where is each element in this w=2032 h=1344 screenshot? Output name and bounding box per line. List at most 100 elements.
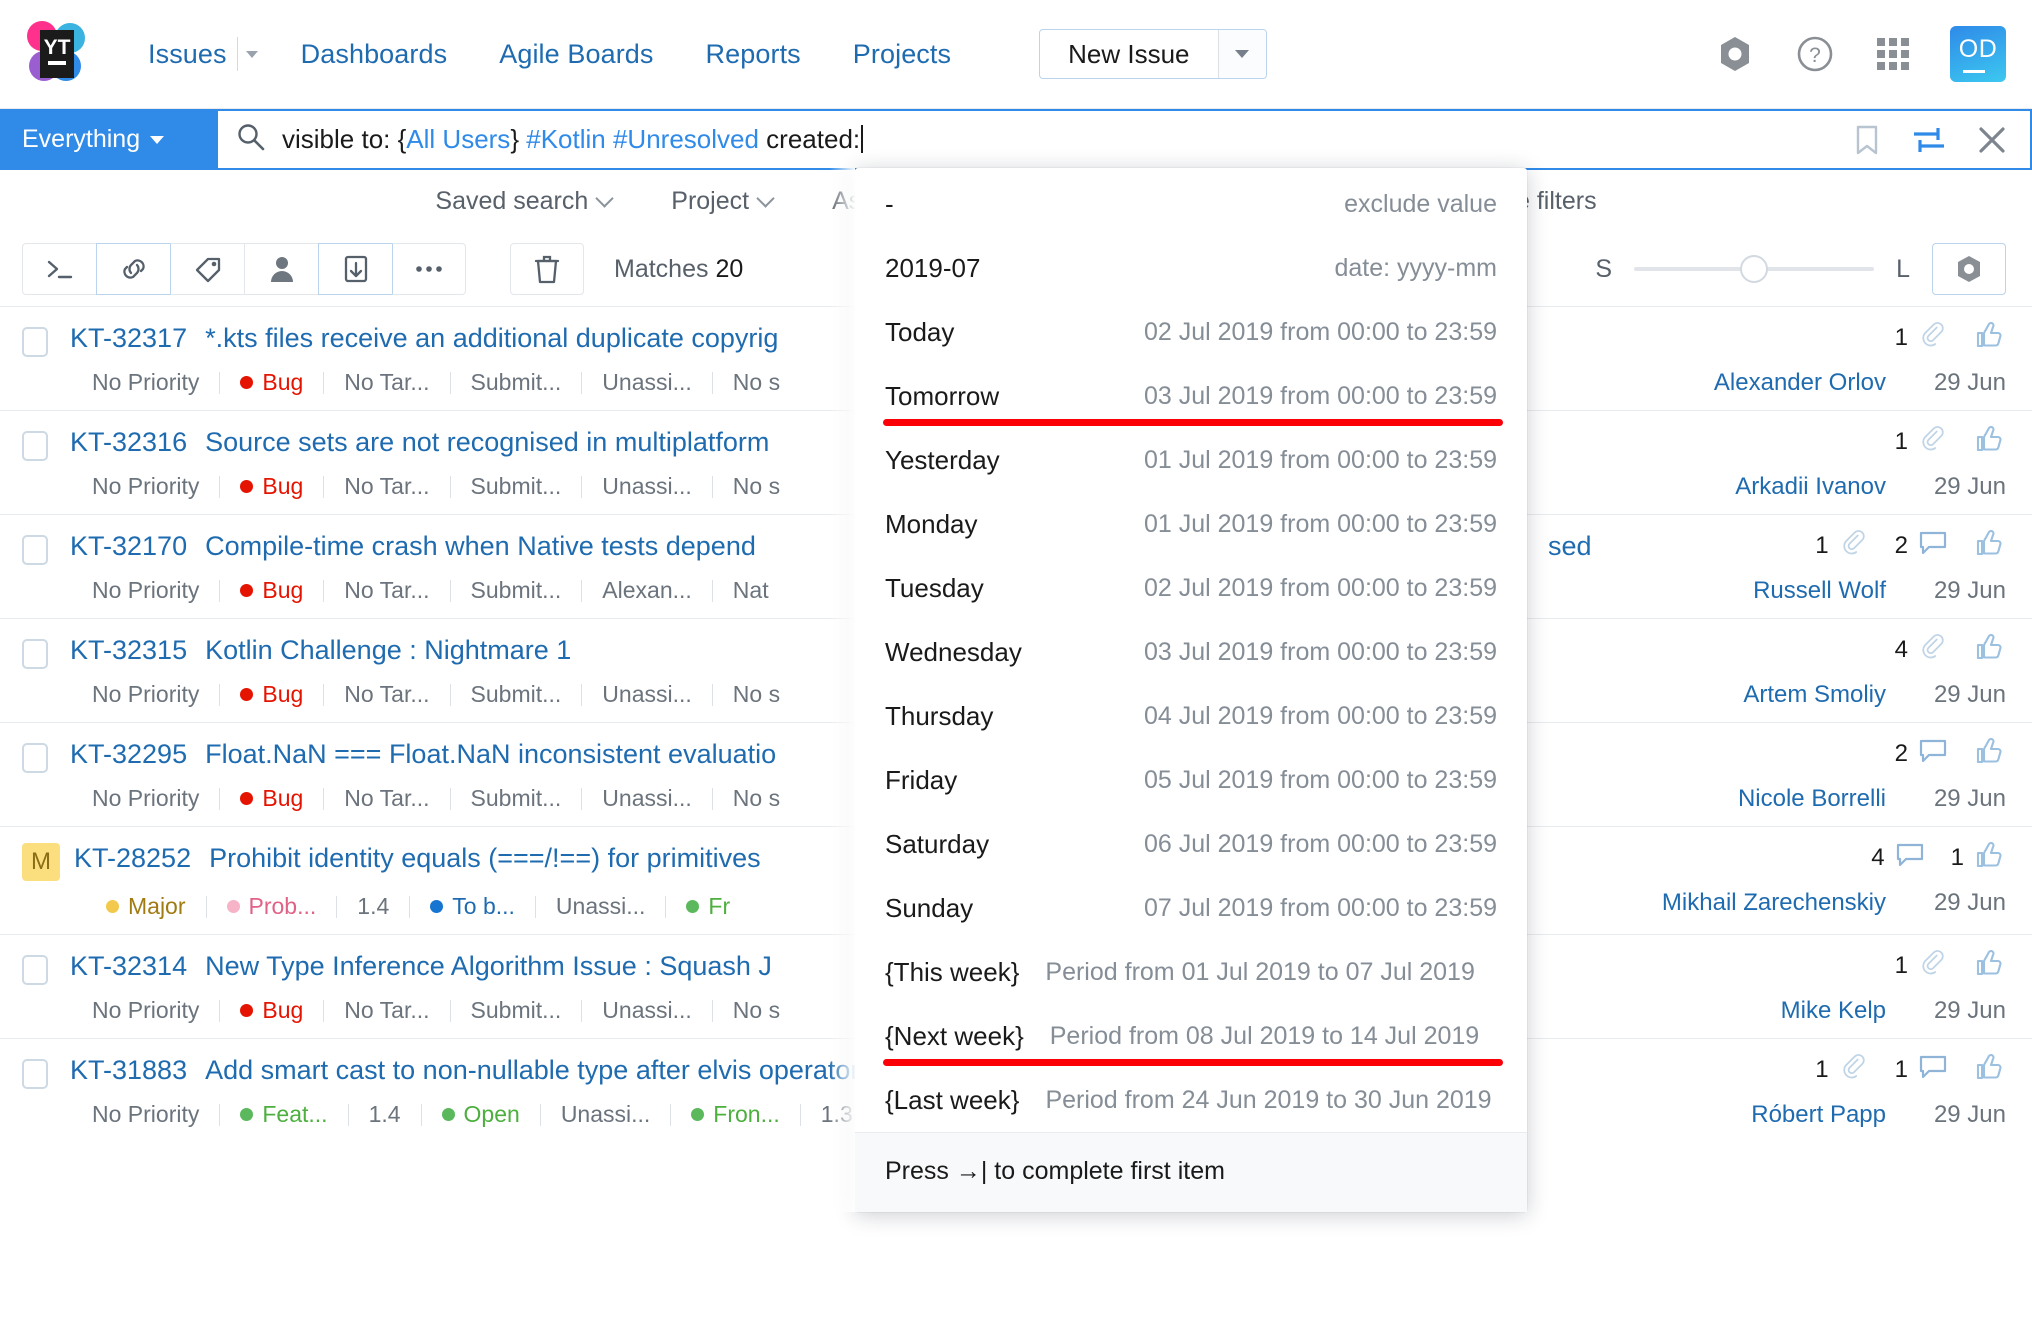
user-icon[interactable] — [244, 243, 318, 295]
new-issue-dropdown-button[interactable] — [1217, 30, 1266, 78]
issue-field[interactable]: Bug — [220, 785, 323, 812]
row-checkbox[interactable] — [22, 1059, 48, 1089]
issue-field[interactable]: Bug — [220, 681, 323, 708]
more-icon[interactable] — [392, 243, 466, 295]
vote-count[interactable] — [1974, 320, 2006, 357]
move-to-icon[interactable] — [318, 243, 392, 295]
filter-project[interactable]: Project — [641, 187, 802, 216]
nav-item-dashboards[interactable]: Dashboards — [275, 39, 474, 70]
reporter-link[interactable]: Mike Kelp — [1781, 997, 1886, 1025]
reporter-link[interactable]: Arkadii Ivanov — [1735, 473, 1886, 501]
issue-title-link[interactable]: Prohibit identity equals (===/!==) for p… — [209, 843, 761, 874]
issue-field[interactable]: Unassi... — [582, 681, 711, 708]
thumbs-up-icon[interactable] — [1974, 320, 2006, 357]
row-checkbox[interactable] — [22, 743, 48, 773]
issue-field[interactable]: Bug — [220, 997, 323, 1024]
issue-title-overflow[interactable]: sed — [1548, 531, 1592, 562]
suggestion-item[interactable]: {Next week} Period from 08 Jul 2019 to 14… — [855, 1004, 1527, 1068]
suggestion-item[interactable]: Tuesday 02 Jul 2019 from 00:00 to 23:59 — [855, 556, 1527, 620]
close-icon[interactable] — [1976, 124, 2008, 156]
suggestion-item[interactable]: Wednesday 03 Jul 2019 from 00:00 to 23:59 — [855, 620, 1527, 684]
suggestion-item[interactable]: {This week} Period from 01 Jul 2019 to 07… — [855, 940, 1527, 1004]
suggestion-item[interactable]: Yesterday 01 Jul 2019 from 00:00 to 23:59 — [855, 428, 1527, 492]
issue-field[interactable]: No Tar... — [324, 997, 449, 1024]
issue-field[interactable]: Alexan... — [582, 577, 712, 604]
vote-count[interactable] — [1974, 1052, 2006, 1089]
issue-field[interactable]: No Priority — [92, 1101, 219, 1128]
issue-id-link[interactable]: KT-32315 — [70, 635, 187, 666]
row-checkbox[interactable] — [22, 535, 48, 565]
nav-item-reports[interactable]: Reports — [680, 39, 827, 70]
issue-field[interactable]: No Tar... — [324, 473, 449, 500]
issue-field[interactable]: Unassi... — [541, 1101, 670, 1128]
link-icon[interactable] — [96, 243, 170, 295]
issue-field[interactable]: Submit... — [451, 577, 582, 604]
issue-field[interactable]: Feat... — [220, 1101, 347, 1128]
reporter-link[interactable]: Nicole Borrelli — [1738, 785, 1886, 813]
thumbs-up-icon[interactable] — [1974, 736, 2006, 773]
suggestion-item[interactable]: {Last week} Period from 24 Jun 2019 to 30… — [855, 1068, 1527, 1132]
issue-field[interactable]: Unassi... — [582, 785, 711, 812]
vote-count[interactable] — [1974, 528, 2006, 565]
reporter-link[interactable]: Mikhail Zarechenskiy — [1662, 889, 1886, 917]
suggestion-item[interactable]: Today 02 Jul 2019 from 00:00 to 23:59 — [855, 300, 1527, 364]
issue-field[interactable]: Submit... — [451, 785, 582, 812]
issue-field[interactable]: No s — [713, 369, 800, 396]
issue-field[interactable]: 1.4 — [337, 893, 409, 920]
suggestion-item[interactable]: Sunday 07 Jul 2019 from 00:00 to 23:59 — [855, 876, 1527, 940]
issue-field[interactable]: Unassi... — [536, 893, 665, 920]
issue-field[interactable]: Fron... — [671, 1101, 799, 1128]
filter-sliders-icon[interactable] — [1912, 124, 1946, 156]
issue-field[interactable]: Bug — [220, 473, 323, 500]
reporter-link[interactable]: Artem Smoliy — [1743, 681, 1886, 709]
thumbs-up-icon[interactable] — [1974, 424, 2006, 461]
issue-field[interactable]: To b... — [410, 893, 535, 920]
issue-field[interactable]: No s — [713, 681, 800, 708]
issue-field[interactable]: Unassi... — [582, 369, 711, 396]
issue-id-link[interactable]: KT-32316 — [70, 427, 187, 458]
issue-field[interactable]: Nat — [713, 577, 789, 604]
issue-field[interactable]: No Tar... — [324, 577, 449, 604]
command-icon[interactable] — [22, 243, 96, 295]
suggestion-item[interactable]: Thursday 04 Jul 2019 from 00:00 to 23:59 — [855, 684, 1527, 748]
issue-id-link[interactable]: KT-32317 — [70, 323, 187, 354]
tag-icon[interactable] — [170, 243, 244, 295]
thumbs-up-icon[interactable] — [1974, 948, 2006, 985]
thumbs-up-icon[interactable] — [1974, 840, 2006, 877]
issue-title-link[interactable]: New Type Inference Algorithm Issue : Squ… — [205, 951, 772, 982]
trash-icon[interactable] — [510, 243, 584, 295]
issue-title-link[interactable]: Source sets are not recognised in multip… — [205, 427, 769, 458]
issue-id-link[interactable]: KT-31883 — [70, 1055, 187, 1086]
issue-field[interactable]: Bug — [220, 369, 323, 396]
nav-item-agile-boards[interactable]: Agile Boards — [473, 39, 679, 70]
vote-count[interactable]: 1 — [1951, 840, 2006, 877]
row-checkbox[interactable] — [22, 639, 48, 669]
hexagon-nut-icon[interactable] — [1714, 33, 1756, 75]
youtrack-logo-icon[interactable]: YT — [18, 16, 94, 92]
issue-field[interactable]: Prob... — [207, 893, 337, 920]
search-input[interactable]: visible to: {All Users} #Kotlin #Unresol… — [218, 109, 2032, 170]
issue-field[interactable]: Submit... — [451, 681, 582, 708]
issue-field[interactable]: Bug — [220, 577, 323, 604]
issue-field[interactable]: No Tar... — [324, 785, 449, 812]
nav-item-issues[interactable]: Issues — [122, 39, 237, 70]
issue-id-link[interactable]: KT-32314 — [70, 951, 187, 982]
issue-title-link[interactable]: Add smart cast to non-nullable type afte… — [205, 1055, 859, 1086]
reporter-link[interactable]: Róbert Papp — [1751, 1101, 1886, 1129]
help-icon[interactable]: ? — [1794, 33, 1836, 75]
avatar[interactable]: OD — [1950, 26, 2006, 82]
bookmark-icon[interactable] — [1852, 124, 1882, 156]
reporter-link[interactable]: Alexander Orlov — [1714, 369, 1886, 397]
issue-field[interactable]: Submit... — [451, 473, 582, 500]
suggestion-item[interactable]: Tomorrow 03 Jul 2019 from 00:00 to 23:59 — [855, 364, 1527, 428]
row-size-slider[interactable] — [1634, 255, 1875, 283]
issue-field[interactable]: Fr — [666, 893, 750, 920]
issue-field[interactable]: No s — [713, 785, 800, 812]
suggestion-item[interactable]: - exclude value — [855, 172, 1527, 236]
issue-field[interactable]: Submit... — [451, 369, 582, 396]
suggestion-item[interactable]: 2019-07 date: yyyy-mm — [855, 236, 1527, 300]
issue-field[interactable]: No Priority — [92, 997, 219, 1024]
issue-field[interactable]: No Priority — [92, 369, 219, 396]
suggestion-item[interactable]: Saturday 06 Jul 2019 from 00:00 to 23:59 — [855, 812, 1527, 876]
issue-id-link[interactable]: KT-32295 — [70, 739, 187, 770]
